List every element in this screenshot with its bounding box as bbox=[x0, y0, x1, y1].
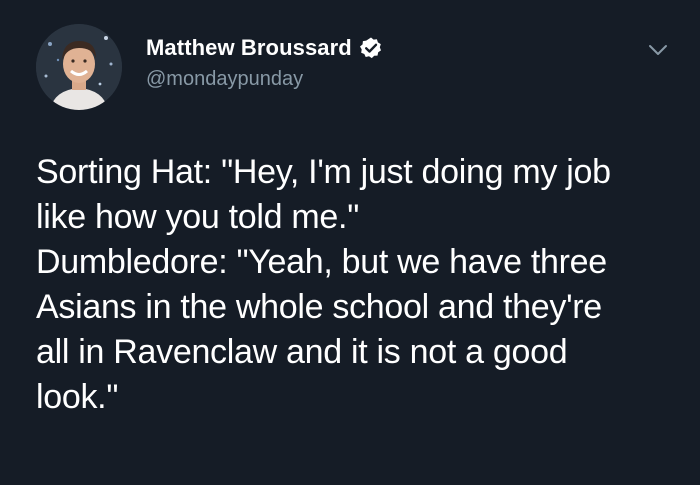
avatar[interactable] bbox=[36, 24, 122, 110]
chevron-down-icon[interactable] bbox=[644, 36, 672, 64]
display-name[interactable]: Matthew Broussard bbox=[146, 35, 352, 61]
user-handle[interactable]: @mondaypunday bbox=[146, 68, 303, 91]
verified-badge-icon bbox=[359, 37, 381, 59]
avatar-image bbox=[36, 24, 122, 110]
tweet-text: Sorting Hat: "Hey, I'm just doing my job… bbox=[36, 153, 611, 416]
tweet-card: Matthew Broussard @mondaypunday Sorting … bbox=[0, 0, 700, 485]
author-name-row[interactable]: Matthew Broussard bbox=[146, 34, 383, 62]
